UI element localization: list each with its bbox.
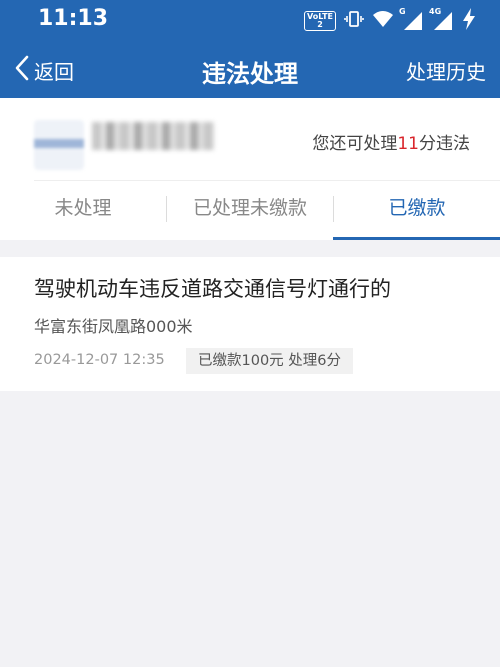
- back-button[interactable]: 返回: [14, 55, 74, 85]
- quota-points: 11: [397, 134, 419, 154]
- vehicle-card: 您还可处理11分违法 未处理 已处理未缴款 已缴款: [0, 98, 500, 240]
- nav-bar: 返回 违法处理 处理历史: [0, 42, 500, 98]
- signal-4g-icon: 4G: [429, 7, 454, 31]
- status-time: 11:13: [38, 6, 109, 31]
- tab-paid[interactable]: 已缴款: [334, 182, 500, 240]
- wifi-icon: [372, 10, 394, 32]
- tab-active-indicator: [333, 237, 500, 240]
- tab-unprocessed[interactable]: 未处理: [0, 182, 166, 240]
- status-icons: VoLTE 2 G 4G: [304, 7, 476, 34]
- charging-icon: [462, 8, 476, 34]
- chevron-left-icon: [14, 55, 30, 85]
- vibrate-icon: [344, 9, 364, 33]
- violation-time: 2024-12-07 12:35: [34, 352, 165, 368]
- status-badge: 已缴款100元 处理6分: [186, 348, 354, 374]
- status-bar: 11:13 VoLTE 2 G 4G: [0, 0, 500, 42]
- violation-location: 华富东街凤凰路000米: [34, 317, 193, 336]
- blurred-plate-number: [92, 122, 214, 150]
- divider: [34, 180, 500, 181]
- tab-processed-unpaid[interactable]: 已处理未缴款: [167, 182, 333, 240]
- quota-prefix: 您还可处理: [312, 134, 398, 154]
- quota-suffix: 分违法: [419, 134, 470, 154]
- back-label: 返回: [34, 59, 74, 84]
- volte-icon: VoLTE 2: [304, 11, 336, 31]
- violation-record[interactable]: 驾驶机动车违反道路交通信号灯通行的 华富东街凤凰路000米 2024-12-07…: [0, 257, 500, 391]
- violation-title: 驾驶机动车违反道路交通信号灯通行的: [34, 277, 391, 301]
- tab-bar: 未处理 已处理未缴款 已缴款: [0, 182, 500, 240]
- points-quota: 您还可处理11分违法: [312, 129, 470, 154]
- history-button[interactable]: 处理历史: [406, 56, 486, 85]
- signal-g-icon: G: [399, 7, 424, 31]
- plate-avatar: [34, 120, 84, 170]
